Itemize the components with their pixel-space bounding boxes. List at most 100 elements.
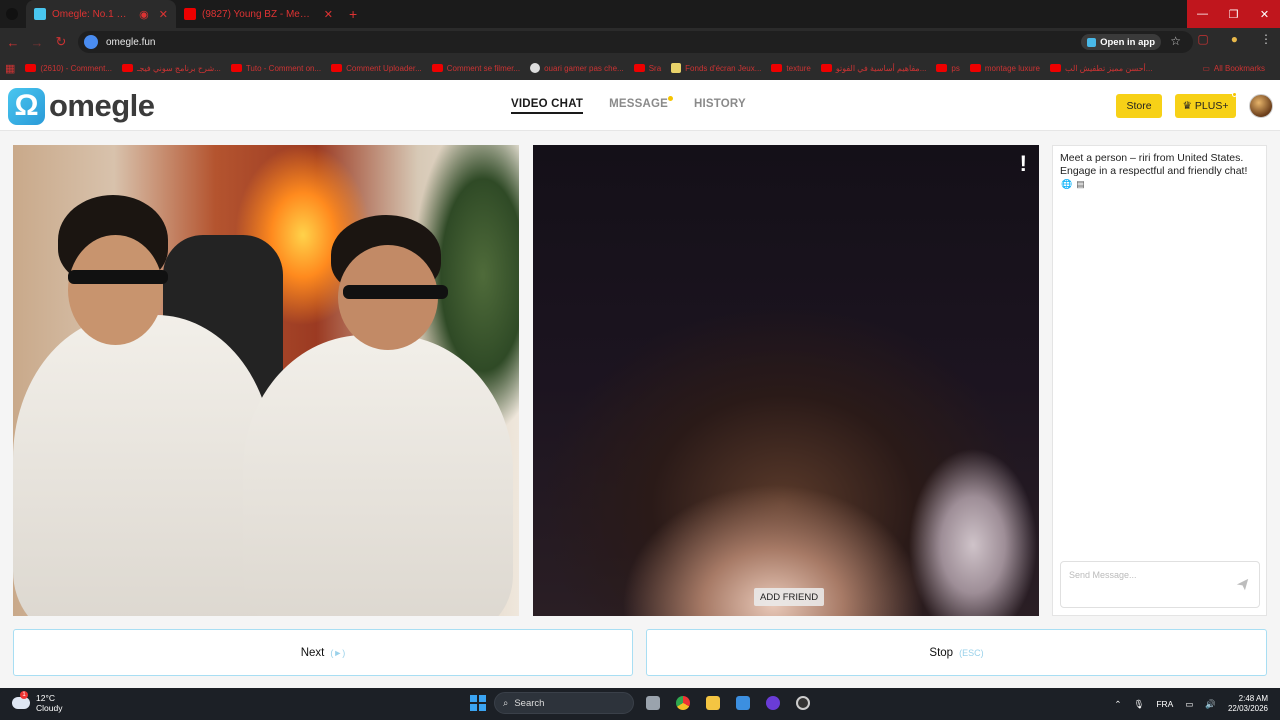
site-header: Ω omegle VIDEO CHAT MESSAGE HISTORY — [0, 80, 1280, 131]
omegle-tab-icon — [34, 8, 46, 20]
youtube-icon — [431, 64, 443, 72]
bookmark-star-icon[interactable]: ☆ — [1170, 34, 1181, 48]
nav-video-chat[interactable]: VIDEO CHAT — [511, 98, 584, 114]
time: 2:48 AM — [1238, 694, 1268, 703]
record-icon[interactable]: ◉ — [139, 8, 149, 21]
forward-icon[interactable]: → — [26, 31, 48, 53]
apps-icon[interactable]: ▦ — [0, 62, 20, 75]
volume-icon[interactable]: 🔊 — [1205, 699, 1216, 710]
youtube-icon — [969, 64, 981, 72]
app-icon-record[interactable] — [792, 692, 814, 714]
more-menu-icon[interactable]: ⋮ — [1260, 32, 1272, 46]
add-friend-button[interactable]: ADD FRIEND — [754, 588, 825, 606]
youtube-icon — [936, 64, 948, 72]
bookmark-item[interactable]: ps — [931, 64, 964, 73]
toolbar-right: ▢ ● ⋮ — [1197, 32, 1272, 46]
send-message-input[interactable] — [1067, 568, 1227, 582]
bookmark-item[interactable]: Sra — [629, 64, 666, 73]
sunglasses — [68, 270, 168, 284]
bookmark-item[interactable]: Comment Uploader... — [326, 64, 427, 73]
network-icon[interactable]: ▭ — [1185, 699, 1193, 710]
logo-text: omegle — [49, 88, 155, 123]
plus-icon: + — [349, 6, 358, 22]
nav-message[interactable]: MESSAGE — [609, 96, 673, 114]
restore-button[interactable]: ❐ — [1218, 0, 1249, 28]
language-indicator[interactable]: FRA — [1156, 699, 1173, 709]
browser-tab-bar: Omegle: No.1 Best Randi... ◉ ✕ (9827) Yo… — [0, 0, 1280, 28]
stop-shortcut-hint: (ESC) — [959, 647, 984, 658]
address-bar-row: ← → ↻ omegle.fun Open in app ☆ ▢ ● ⋮ — [0, 28, 1280, 56]
google-icon — [530, 63, 541, 73]
extension-icon[interactable]: ▢ — [1197, 32, 1208, 46]
folder-icon: ▭ — [1202, 63, 1210, 73]
nav-history[interactable]: HISTORY — [694, 98, 746, 114]
main-nav: VIDEO CHAT MESSAGE HISTORY — [511, 96, 746, 114]
app-icon-purple[interactable] — [762, 692, 784, 714]
store-app-icon[interactable] — [732, 692, 754, 714]
next-button[interactable]: Next (►) — [13, 629, 633, 676]
chrome-icon[interactable] — [672, 692, 694, 714]
chat-input-box — [1060, 561, 1260, 608]
file-explorer-icon[interactable] — [702, 692, 724, 714]
bookmark-item[interactable]: شرح برنامج سوني فيجـ... — [117, 64, 226, 73]
bookmarks-bar: ▦ (2610) - Comment... شرح برنامج سوني في… — [0, 56, 1280, 80]
site-info-icon[interactable] — [84, 35, 98, 49]
minimize-button[interactable]: — — [1187, 0, 1218, 28]
bookmark-item[interactable]: (2610) - Comment... — [20, 64, 117, 73]
person-left — [13, 315, 273, 616]
weather-widget[interactable]: 12°C Cloudy — [12, 691, 62, 713]
local-video — [13, 145, 519, 616]
microphone-icon[interactable]: 🎙 — [1134, 699, 1145, 710]
close-tab-icon[interactable]: ✕ — [159, 8, 168, 21]
youtube-icon — [633, 64, 645, 72]
bookmark-item[interactable]: مفاهيم أساسية في الفوتو... — [816, 64, 932, 73]
clock[interactable]: 2:48 AM 22/03/2026 — [1228, 694, 1268, 714]
bookmark-item[interactable]: texture — [766, 64, 815, 73]
youtube-icon — [771, 64, 783, 72]
tab-omegle[interactable]: Omegle: No.1 Best Randi... ◉ ✕ — [26, 0, 176, 28]
all-bookmarks[interactable]: ▭ All Bookmarks — [1197, 64, 1270, 73]
remote-video: ! ADD FRIEND — [533, 145, 1039, 616]
message-icons: 🌐 ▤ — [1061, 179, 1085, 190]
close-window-button[interactable]: ✕ — [1249, 0, 1280, 28]
face — [68, 235, 163, 345]
report-icon[interactable]: ! — [1020, 151, 1027, 177]
bookmark-item[interactable]: أحسن مميز تطفيش الب... — [1045, 64, 1157, 73]
crown-icon: ♛ — [1182, 100, 1192, 112]
bookmark-item[interactable]: Tuto - Comment on... — [226, 64, 326, 73]
stop-button[interactable]: Stop (ESC) — [646, 629, 1267, 676]
tab-menu[interactable] — [0, 0, 26, 28]
taskbar-search[interactable]: ⌕ Search — [494, 692, 634, 714]
url-bar[interactable]: omegle.fun Open in app ☆ — [78, 31, 1193, 53]
chevron-up-icon[interactable]: ⌃ — [1114, 699, 1121, 710]
new-tab-button[interactable]: + — [341, 0, 365, 28]
send-icon[interactable] — [1236, 578, 1249, 591]
bookmark-item[interactable]: Comment se filmer... — [427, 64, 525, 73]
translate-icon[interactable]: ▤ — [1076, 179, 1085, 190]
store-button[interactable]: Store — [1116, 94, 1162, 118]
window-controls: — ❐ ✕ — [1187, 0, 1280, 28]
reload-icon[interactable]: ↻ — [50, 31, 72, 53]
close-tab-icon[interactable]: ✕ — [324, 8, 333, 21]
tab-title: Omegle: No.1 Best Randi... — [52, 8, 129, 20]
bookmark-item[interactable]: ouari gamer pas che... — [525, 63, 629, 73]
cloud-icon — [12, 691, 30, 709]
omegle-logo[interactable]: Ω omegle — [8, 87, 155, 125]
windows-start-icon[interactable] — [470, 695, 486, 711]
tab-youtube[interactable]: (9827) Young BZ - Mensch Kifr... ✕ — [176, 0, 341, 28]
search-icon: ⌕ — [503, 697, 509, 709]
bookmark-item[interactable]: Fonds d'écran Jeux... — [666, 63, 766, 73]
tab-title: (9827) Young BZ - Mensch Kifr... — [202, 8, 314, 20]
notification-dot — [668, 96, 673, 101]
plus-button[interactable]: ♛ PLUS+ — [1175, 92, 1237, 118]
task-view-icon[interactable] — [642, 692, 664, 714]
bookmark-item[interactable]: montage luxure — [965, 64, 1045, 73]
back-icon[interactable]: ← — [2, 31, 24, 53]
open-in-app-button[interactable]: Open in app — [1081, 34, 1161, 50]
youtube-icon — [1050, 64, 1061, 72]
youtube-icon — [230, 64, 242, 72]
profile-icon[interactable]: ● — [1231, 32, 1238, 46]
system-message: Meet a person – riri from United States.… — [1060, 152, 1248, 177]
youtube-icon — [25, 64, 37, 72]
avatar[interactable] — [1249, 94, 1273, 118]
